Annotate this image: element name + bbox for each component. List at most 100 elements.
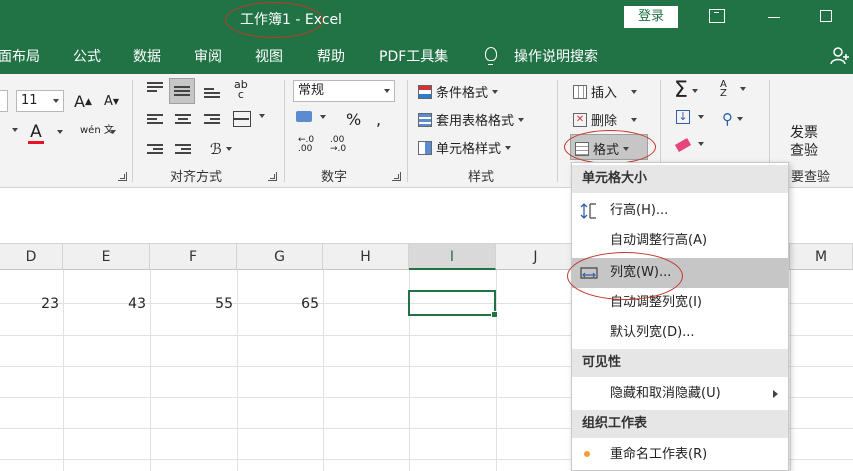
border-dropdown-button[interactable] bbox=[8, 128, 18, 132]
number-format-combo[interactable]: 常规 bbox=[293, 80, 395, 102]
decrease-font-size-button[interactable]: A ▼ bbox=[104, 94, 119, 109]
chevron-down-icon bbox=[737, 117, 743, 121]
percent-style-button[interactable]: % bbox=[346, 110, 361, 129]
selected-cell-i2[interactable] bbox=[408, 290, 498, 318]
align-center-icon[interactable] bbox=[175, 114, 191, 126]
login-button[interactable]: 登录 bbox=[624, 6, 678, 28]
styles-group-label: 样式 bbox=[468, 170, 495, 185]
format-button-content: 格式 bbox=[575, 139, 630, 158]
chevron-down-icon bbox=[623, 146, 630, 151]
conditional-format-button[interactable]: 条件格式 bbox=[418, 82, 499, 101]
orientation-button[interactable]: ℬ bbox=[210, 140, 232, 158]
find-select-button[interactable]: ⚲ bbox=[722, 110, 743, 128]
cell-styles-button[interactable]: 单元格样式 bbox=[418, 138, 512, 157]
font-color-dropdown[interactable] bbox=[53, 130, 63, 134]
menu-item-autofit-row-height[interactable]: 自动调整行高(A) bbox=[572, 226, 788, 256]
share-person-icon[interactable] bbox=[830, 47, 850, 65]
increase-decimal-button[interactable]: ←.0 .00 bbox=[298, 136, 322, 154]
column-header-j[interactable]: J bbox=[496, 244, 576, 270]
tab-formulas[interactable]: 公式 bbox=[73, 46, 101, 66]
title-bar: 工作簿1 - Excel 登录 bbox=[0, 0, 853, 38]
column-header-g[interactable]: G bbox=[237, 244, 323, 270]
increase-font-label: A bbox=[74, 92, 85, 111]
menu-item-autofit-column-width[interactable]: 自动调整列宽(I) bbox=[572, 288, 788, 318]
wrap-orientation-button[interactable]: ab c bbox=[234, 79, 248, 101]
cell-f2[interactable]: 55 bbox=[150, 289, 237, 319]
merge-dropdown[interactable] bbox=[255, 114, 265, 118]
tab-view[interactable]: 视图 bbox=[255, 46, 283, 66]
column-header-d[interactable]: D bbox=[0, 244, 63, 270]
column-header-i[interactable]: I bbox=[409, 244, 496, 270]
menu-item-column-width[interactable]: 列宽(W)... bbox=[572, 258, 788, 288]
invoice-check-line2[interactable]: 查验 bbox=[790, 140, 818, 160]
phonetic-dropdown[interactable] bbox=[106, 130, 116, 134]
font-name-combo-edge[interactable] bbox=[0, 90, 8, 112]
accounting-format-button[interactable] bbox=[296, 111, 326, 122]
font-color-button[interactable]: A bbox=[28, 124, 44, 144]
number-dialog-launcher-icon[interactable] bbox=[392, 172, 401, 181]
increase-font-size-button[interactable]: A ▲ bbox=[74, 92, 92, 111]
invoice-check-line1[interactable]: 发票 bbox=[790, 122, 818, 142]
column-width-label: 列宽(W)... bbox=[610, 265, 672, 280]
align-right-icon[interactable] bbox=[204, 114, 220, 126]
clear-button[interactable] bbox=[674, 138, 704, 152]
cell-d2[interactable]: 23 bbox=[0, 289, 63, 319]
align-bottom-icon[interactable] bbox=[204, 88, 220, 100]
tab-data[interactable]: 数据 bbox=[133, 46, 161, 66]
insert-cells-icon bbox=[573, 84, 587, 99]
delete-cells-button[interactable]: ✕ 删除 bbox=[573, 110, 638, 129]
maximize-icon[interactable] bbox=[820, 10, 832, 22]
ribbon-display-options-icon[interactable] bbox=[709, 9, 725, 23]
column-gridline bbox=[496, 270, 497, 471]
insert-cells-button[interactable]: 插入 bbox=[573, 82, 638, 101]
tab-page-layout[interactable]: 面布局 bbox=[0, 46, 40, 66]
column-header-m[interactable]: M bbox=[790, 244, 853, 270]
menu-item-row-height[interactable]: 行高(H)... bbox=[572, 196, 788, 226]
comma-style-button[interactable]: , bbox=[376, 110, 381, 129]
alignment-dialog-launcher-icon[interactable] bbox=[268, 172, 277, 181]
chevron-down-icon bbox=[12, 128, 18, 132]
decrease-indent-icon[interactable] bbox=[147, 144, 163, 156]
decrease-decimal-button[interactable]: .00 →.0 bbox=[330, 136, 354, 154]
minimize-icon[interactable] bbox=[768, 9, 784, 23]
chevron-down-icon bbox=[698, 141, 704, 146]
table-format-icon bbox=[418, 112, 432, 127]
format-dropdown-menu: 单元格大小 行高(H)... 自动调整行高(A) 列宽(W)... 自动调整列宽… bbox=[571, 162, 789, 471]
currency-icon bbox=[296, 111, 312, 122]
cell-styles-label: 单元格样式 bbox=[436, 142, 502, 157]
autosum-button[interactable]: Σ bbox=[674, 78, 698, 103]
column-header-h[interactable]: H bbox=[323, 244, 409, 270]
tab-help[interactable]: 帮助 bbox=[317, 46, 345, 66]
cell-g2[interactable]: 65 bbox=[237, 289, 323, 319]
hide-unhide-label: 隐藏和取消隐藏(U) bbox=[610, 386, 721, 401]
tell-me-search[interactable]: 操作说明搜索 bbox=[514, 46, 598, 66]
column-header-e[interactable]: E bbox=[63, 244, 150, 270]
column-header-f[interactable]: F bbox=[150, 244, 237, 270]
fill-button[interactable]: ↓ bbox=[676, 110, 704, 124]
phonetic-guide-button[interactable]: wén 文 bbox=[80, 125, 114, 136]
tab-review[interactable]: 审阅 bbox=[194, 46, 222, 66]
align-top-icon[interactable] bbox=[147, 82, 163, 94]
font-size-combo[interactable]: 11 bbox=[16, 90, 64, 112]
align-left-icon[interactable] bbox=[147, 114, 163, 126]
increase-indent-icon[interactable] bbox=[175, 144, 191, 156]
menu-item-hide-unhide[interactable]: 隐藏和取消隐藏(U) bbox=[572, 379, 788, 409]
cell-styles-icon bbox=[418, 140, 432, 155]
orientation-c-icon: c bbox=[237, 88, 244, 101]
merge-center-icon[interactable] bbox=[233, 111, 251, 127]
orientation-icon: ℬ bbox=[210, 140, 222, 158]
sort-filter-button[interactable]: A Z bbox=[720, 80, 746, 99]
conditional-format-icon bbox=[418, 84, 432, 99]
menu-item-default-width[interactable]: 默认列宽(D)... bbox=[572, 318, 788, 348]
cell-e2[interactable]: 43 bbox=[63, 289, 150, 319]
tab-pdf-tools[interactable]: PDF工具集 bbox=[379, 46, 448, 66]
rename-bullet-icon bbox=[584, 451, 590, 457]
align-middle-button[interactable] bbox=[169, 78, 195, 104]
invoice-check-group-label: 要查验 bbox=[791, 170, 831, 185]
font-dialog-launcher-icon[interactable] bbox=[118, 172, 127, 181]
chevron-down-icon bbox=[518, 117, 525, 122]
menu-item-rename-sheet[interactable]: 重命名工作表(R) bbox=[572, 440, 788, 470]
format-as-table-button[interactable]: 套用表格格式 bbox=[418, 110, 525, 129]
chevron-down-icon bbox=[384, 89, 390, 93]
format-cells-button[interactable]: 格式 bbox=[570, 134, 648, 160]
